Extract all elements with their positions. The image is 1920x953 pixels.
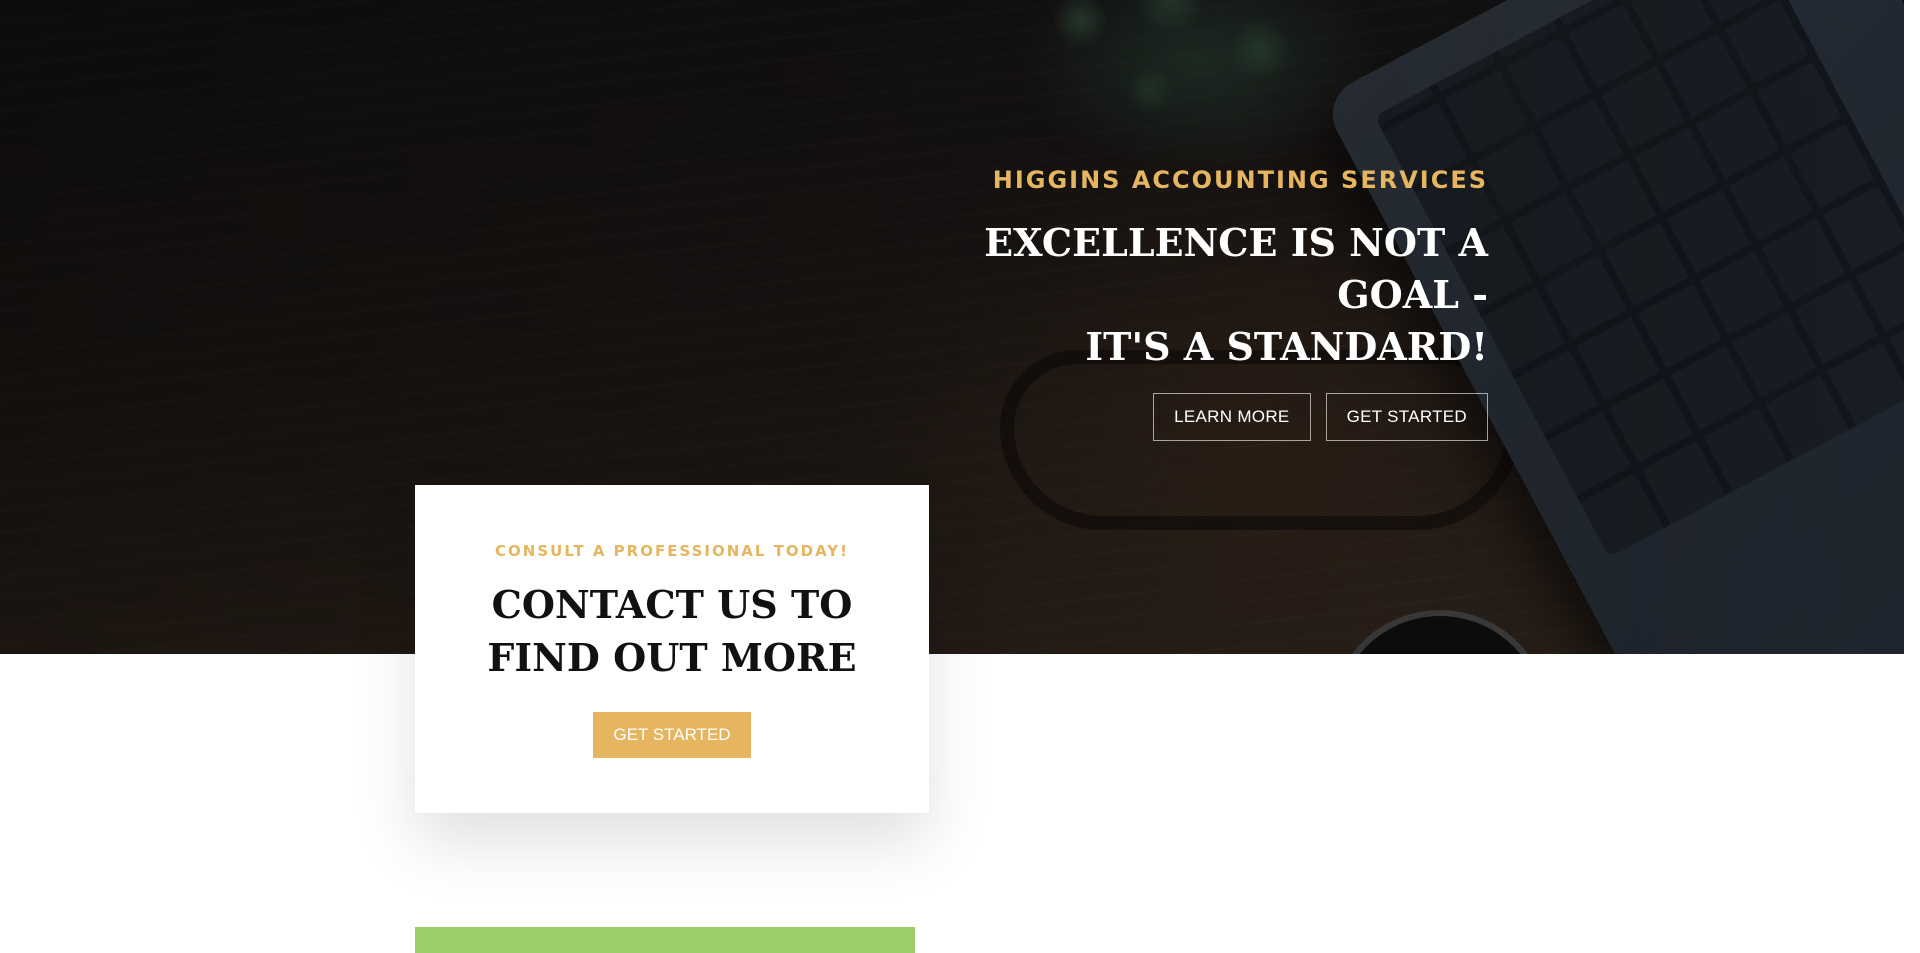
hero-title-line-1: EXCELLENCE IS NOT A GOAL - (984, 220, 1488, 317)
green-content-block (415, 927, 915, 953)
contact-get-started-button[interactable]: GET STARTED (593, 712, 751, 758)
learn-more-button[interactable]: LEARN MORE (1153, 393, 1311, 441)
hero-buttons: LEARN MORE GET STARTED (888, 393, 1488, 441)
scrollbar[interactable] (1904, 0, 1920, 953)
hero-title-line-2: IT'S A STANDARD! (1085, 324, 1488, 369)
hero-content: HIGGINS ACCOUNTING SERVICES EXCELLENCE I… (888, 165, 1488, 441)
hero-get-started-button[interactable]: GET STARTED (1325, 393, 1488, 441)
hero-section: HIGGINS ACCOUNTING SERVICES EXCELLENCE I… (0, 0, 1904, 654)
page: HIGGINS ACCOUNTING SERVICES EXCELLENCE I… (0, 0, 1920, 953)
contact-kicker: CONSULT A PROFESSIONAL TODAY! (495, 542, 849, 560)
hero-title: EXCELLENCE IS NOT A GOAL - IT'S A STANDA… (888, 217, 1488, 373)
contact-title: CONTACT US TO FIND OUT MORE (487, 582, 857, 680)
contact-card: CONSULT A PROFESSIONAL TODAY! CONTACT US… (415, 485, 929, 813)
hero-kicker: HIGGINS ACCOUNTING SERVICES (992, 166, 1488, 194)
